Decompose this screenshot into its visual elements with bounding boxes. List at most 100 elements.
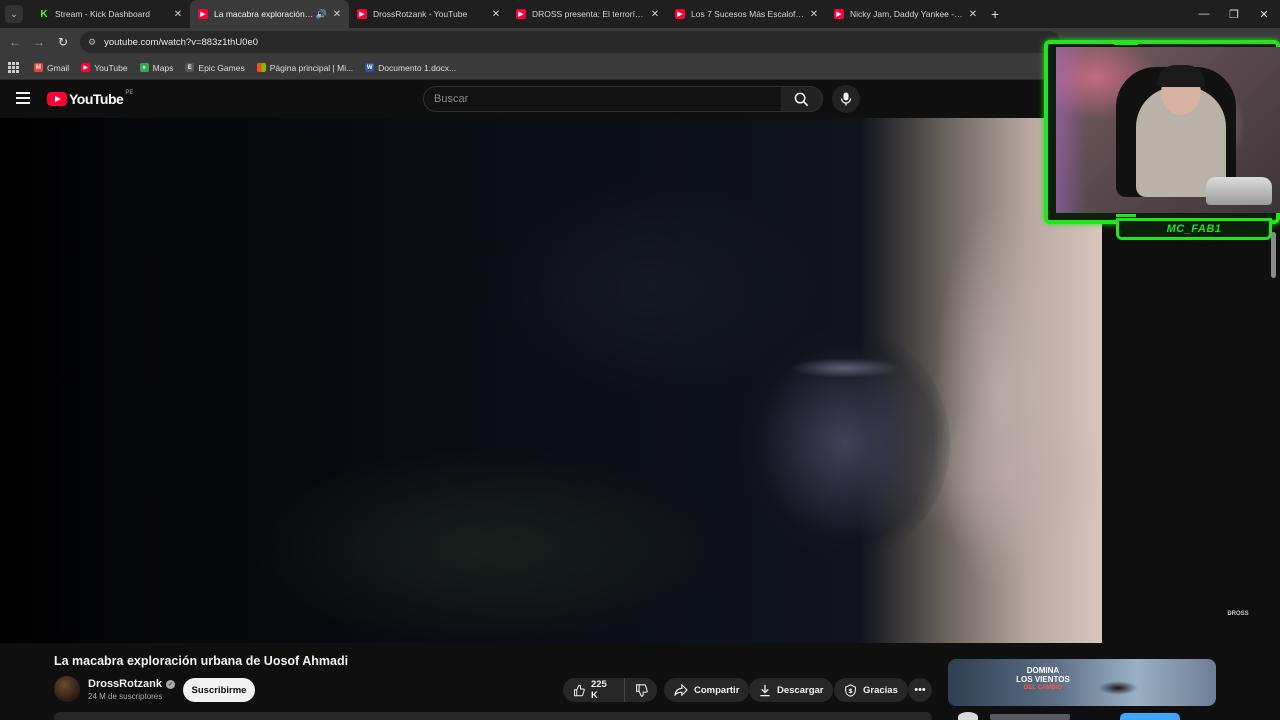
- youtube-icon: ▶: [516, 9, 526, 19]
- back-button[interactable]: ←: [3, 30, 27, 54]
- epic-games-icon: E: [185, 63, 195, 72]
- forward-button[interactable]: →: [27, 30, 51, 54]
- new-tab-button[interactable]: +: [991, 6, 999, 22]
- close-icon[interactable]: ✕: [649, 9, 661, 20]
- streamer-webcam-overlay: [1044, 40, 1280, 224]
- description-box[interactable]: [54, 712, 932, 720]
- ad-text-line: LOS VIENTOS: [1016, 675, 1070, 684]
- bookmark-maps[interactable]: ● Maps: [139, 63, 173, 73]
- channel-watermark[interactable]: DROSS: [1222, 610, 1254, 626]
- tab-title: Stream - Kick Dashboard: [55, 9, 150, 19]
- scrollbar-thumb[interactable]: [1271, 232, 1276, 278]
- maps-icon: ●: [139, 63, 149, 72]
- tab-title: Nicky Jam, Daddy Yankee - Dor: [850, 9, 963, 19]
- ad-text-line: DOMINA: [1026, 666, 1060, 675]
- thanks-button[interactable]: $ Gracias: [834, 678, 908, 702]
- speaker-icon[interactable]: 🔊: [316, 9, 327, 20]
- like-button[interactable]: 225 K: [563, 678, 626, 702]
- like-dislike-group: 225 K: [563, 678, 657, 702]
- bookmark-youtube[interactable]: ▶ YouTube: [81, 63, 128, 73]
- share-button[interactable]: Compartir: [664, 678, 750, 702]
- streamer-name-label: MC_FAB1: [1116, 218, 1272, 240]
- bookmark-epic-games[interactable]: E Epic Games: [185, 63, 245, 73]
- tab-7-sucesos[interactable]: ▶ Los 7 Sucesos Más Escalofriantes ✕: [667, 0, 826, 28]
- subscriber-count: 24 M de suscriptores: [88, 692, 163, 701]
- super-thanks-icon: $: [845, 683, 856, 697]
- youtube-icon: ▶: [81, 63, 91, 72]
- kick-icon: K: [39, 8, 49, 20]
- verified-check-icon: ✓: [165, 679, 175, 689]
- apps-grid-icon[interactable]: [8, 61, 20, 74]
- tab-title: DROSS presenta: El terrorífico c: [532, 9, 645, 19]
- search-icon: [794, 92, 809, 106]
- youtube-icon: ▶: [834, 9, 844, 19]
- bookmark-gmail[interactable]: M Gmail: [34, 63, 69, 73]
- thumbs-down-icon: [635, 683, 648, 697]
- close-window-button[interactable]: ✕: [1248, 0, 1280, 28]
- minimize-button[interactable]: —: [1188, 0, 1220, 28]
- tab-title: La macabra exploración urbana de Uosof A…: [214, 9, 314, 19]
- tab-dross-presenta[interactable]: ▶ DROSS presenta: El terrorífico c ✕: [508, 0, 667, 28]
- ad-cta-button[interactable]: [1120, 713, 1180, 720]
- tab-nicky-jam[interactable]: ▶ Nicky Jam, Daddy Yankee - Dor ✕: [826, 0, 985, 28]
- gmail-icon: M: [34, 63, 43, 72]
- microsoft-icon: [256, 63, 266, 72]
- close-icon[interactable]: ✕: [331, 9, 343, 20]
- youtube-icon: ▶: [198, 9, 208, 19]
- channel-avatar[interactable]: [54, 676, 80, 702]
- search-input[interactable]: [434, 93, 781, 105]
- arrow-left-icon: ←: [9, 35, 21, 49]
- dislike-button[interactable]: [625, 678, 657, 702]
- chevron-down-icon: ⌄: [10, 8, 18, 19]
- reload-icon: ↻: [57, 35, 69, 49]
- ad-advertiser-avatar: [958, 712, 978, 720]
- arrow-right-icon: →: [33, 35, 45, 49]
- tab-dross-channel[interactable]: ▶ DrossRotzank - YouTube ✕: [349, 0, 508, 28]
- video-title: La macabra exploración urbana de Uosof A…: [54, 654, 349, 668]
- site-info-icon[interactable]: ⚙: [88, 37, 96, 48]
- close-icon[interactable]: ✕: [967, 9, 979, 20]
- youtube-icon: ▶: [675, 9, 685, 19]
- youtube-logo[interactable]: YouTube PE: [47, 90, 134, 107]
- youtube-play-icon: [47, 92, 67, 106]
- address-bar[interactable]: ⚙ youtube.com/watch?v=883z1thU0e0: [80, 31, 1060, 53]
- tab-current-video[interactable]: ▶ La macabra exploración urbana de Uosof…: [190, 0, 349, 28]
- ad-advertiser-name: [990, 714, 1070, 720]
- search-box: [423, 86, 782, 112]
- hamburger-menu-icon[interactable]: [16, 92, 30, 104]
- screen: ⌄ K Stream - Kick Dashboard ✕ ▶ La macab…: [0, 0, 1280, 720]
- download-icon: [760, 684, 770, 696]
- close-icon[interactable]: ✕: [808, 9, 820, 20]
- browser-tab-strip: ⌄ K Stream - Kick Dashboard ✕ ▶ La macab…: [0, 0, 1280, 28]
- subscribe-button[interactable]: Suscribirme: [183, 678, 255, 702]
- country-code: PE: [125, 90, 134, 96]
- reload-button[interactable]: ↻: [51, 30, 75, 54]
- microphone-icon: [840, 92, 852, 106]
- more-horizontal-icon: •••: [914, 684, 926, 696]
- download-button[interactable]: Descargar: [749, 678, 834, 702]
- tab-kick-dashboard[interactable]: K Stream - Kick Dashboard ✕: [31, 0, 190, 28]
- sidebar-ad-banner[interactable]: DOMINA LOS VIENTOS DEL CAMBIO: [948, 659, 1216, 706]
- bookmark-microsoft[interactable]: Página principal | Mi...: [256, 63, 353, 73]
- close-icon[interactable]: ✕: [172, 9, 184, 20]
- tab-title: DrossRotzank - YouTube: [373, 9, 468, 19]
- bookmark-document[interactable]: W Documento 1.docx...: [365, 63, 456, 73]
- video-player[interactable]: [0, 118, 1102, 643]
- ad-text-line: DEL CAMBIO: [1024, 685, 1062, 691]
- like-count: 225 K: [590, 679, 607, 701]
- search-button[interactable]: [781, 86, 823, 112]
- share-icon: [674, 684, 688, 696]
- more-actions-button[interactable]: •••: [908, 678, 932, 702]
- tab-title: Los 7 Sucesos Más Escalofriantes: [691, 9, 804, 19]
- voice-search-button[interactable]: [832, 85, 860, 113]
- word-icon: W: [365, 63, 375, 72]
- close-icon[interactable]: ✕: [490, 9, 502, 20]
- url-text: youtube.com/watch?v=883z1thU0e0: [104, 36, 259, 48]
- channel-name-link[interactable]: DrossRotzank ✓: [88, 678, 175, 690]
- tab-search-button[interactable]: ⌄: [5, 5, 23, 23]
- thumbs-up-icon: [574, 684, 585, 696]
- webcam-feed: [1056, 47, 1280, 213]
- svg-text:$: $: [848, 686, 853, 694]
- youtube-icon: ▶: [357, 9, 367, 19]
- maximize-button[interactable]: ❐: [1218, 0, 1250, 28]
